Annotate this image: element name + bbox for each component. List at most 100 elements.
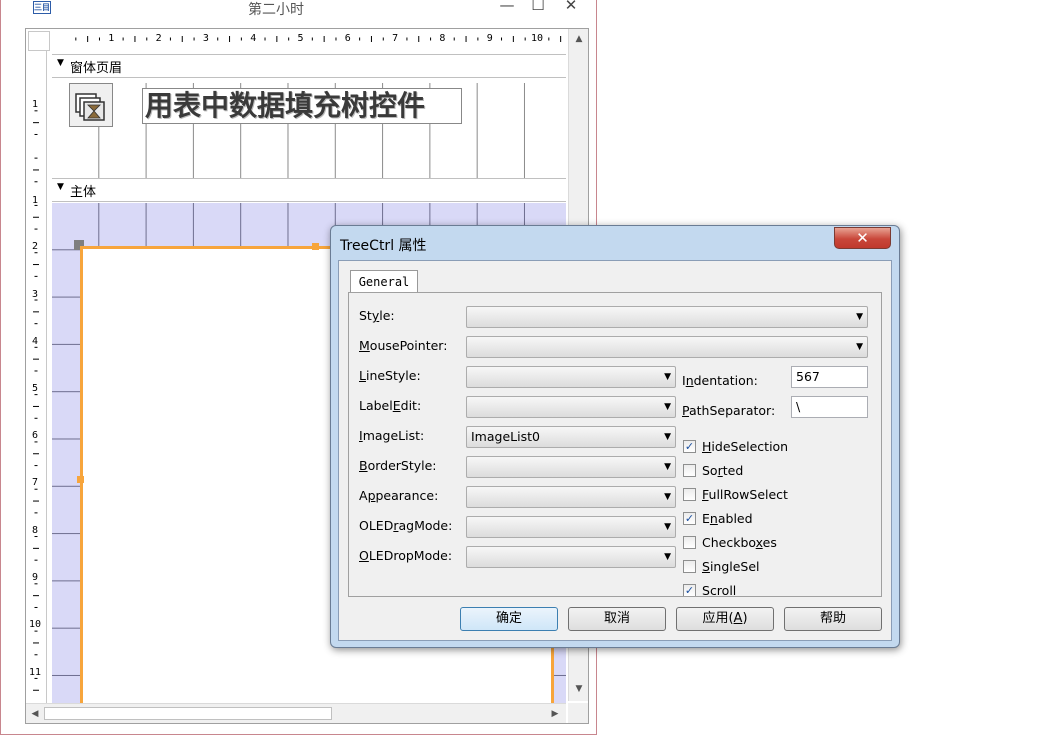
indentation-label: Indentation:: [682, 373, 758, 388]
dialog-title: TreeCtrl 属性: [340, 238, 427, 254]
checkbox-label: Checkboxes: [702, 535, 777, 550]
ruler-number: 5: [32, 383, 39, 394]
scroll-right-arrow-icon[interactable]: ▶: [546, 705, 564, 723]
ruler-number: 11: [29, 667, 42, 678]
labeledit-combo[interactable]: ▼: [466, 396, 676, 418]
checkbox-label: SingleSel: [702, 559, 760, 574]
section-arrow-icon: ▼: [57, 182, 64, 192]
imagelist-combo[interactable]: ImageList0 ▼: [466, 426, 676, 448]
chevron-down-icon: ▼: [856, 342, 863, 352]
chevron-down-icon: ▼: [664, 462, 671, 472]
header-section-bar[interactable]: ▼ 窗体页眉: [52, 54, 566, 78]
chevron-down-icon: ▼: [664, 552, 671, 562]
chevron-down-icon: ▼: [664, 492, 671, 502]
check-icon: ✓: [684, 584, 695, 597]
linestyle-combo[interactable]: ▼: [466, 366, 676, 388]
horizontal-scroll-thumb[interactable]: [44, 707, 332, 720]
ruler-number: 8: [439, 33, 446, 44]
checkbox[interactable]: ✓: [683, 512, 696, 525]
ruler-number: 8: [32, 525, 39, 536]
checkbox-label: FullRowSelect: [702, 487, 788, 502]
ruler-number: 6: [32, 430, 39, 441]
ruler-number: 7: [392, 33, 399, 44]
minimize-button[interactable]: —: [495, 0, 519, 14]
section-arrow-icon: ▼: [57, 58, 64, 68]
checkbox-label: Scroll: [702, 583, 737, 597]
ruler-number: 10: [29, 619, 42, 630]
vertical-ruler-ticks: [33, 110, 39, 691]
checkbox[interactable]: ✓: [683, 440, 696, 453]
detail-section-label: 主体: [70, 185, 97, 200]
ruler-number: 1: [32, 195, 39, 206]
scroll-up-arrow-icon[interactable]: ▲: [570, 30, 588, 48]
mousepointer-combo[interactable]: ▼: [466, 336, 868, 358]
access-form-icon[interactable]: 三目: [33, 1, 51, 14]
vertical-ruler: 1 1 2 3 4 5 6 7 8 9 10 11: [26, 51, 47, 703]
ok-button[interactable]: 确定: [460, 607, 558, 631]
dialog-close-button[interactable]: ✕: [834, 227, 891, 249]
resize-handle[interactable]: [312, 243, 319, 250]
borderstyle-combo[interactable]: ▼: [466, 456, 676, 478]
checkbox[interactable]: [683, 464, 696, 477]
tab-general[interactable]: General: [350, 270, 418, 292]
ruler-number: 1: [108, 33, 115, 44]
dialog-client-area: General Style: MousePointer: LineStyle: Lab…: [338, 260, 892, 641]
ruler-number: 10: [531, 33, 544, 44]
checkbox-label: Sorted: [702, 463, 744, 478]
hourglass-image-icon: [75, 93, 105, 121]
indentation-field[interactable]: 567: [791, 366, 868, 388]
general-tab-panel: Style: MousePointer: LineStyle: LabelEdit: I…: [348, 292, 882, 597]
property-label: OLEDropMode:: [359, 548, 453, 563]
image-control[interactable]: [69, 83, 113, 127]
detail-section-bar[interactable]: ▼ 主体: [52, 178, 566, 202]
scroll-down-arrow-icon[interactable]: ▼: [570, 680, 588, 698]
property-label: LabelEdit:: [359, 398, 422, 413]
chevron-down-icon: ▼: [856, 312, 863, 322]
checkbox[interactable]: [683, 560, 696, 573]
resize-handle[interactable]: [77, 476, 84, 483]
oledragmode-combo[interactable]: ▼: [466, 516, 676, 538]
property-label: LineStyle:: [359, 368, 421, 383]
ruler-corner-select-box[interactable]: [28, 31, 50, 51]
ruler-number: 4: [32, 336, 39, 347]
property-label: ImageList:: [359, 428, 425, 443]
path-separator-field[interactable]: \: [791, 396, 868, 418]
property-label: BorderStyle:: [359, 458, 437, 473]
checkbox[interactable]: [683, 488, 696, 501]
check-icon: ✓: [684, 512, 695, 525]
form-title-label[interactable]: 用表中数据填充树控件: [142, 88, 462, 124]
appearance-combo[interactable]: ▼: [466, 486, 676, 508]
chevron-down-icon: ▼: [664, 402, 671, 412]
scrollbar-size-box: [568, 703, 588, 723]
cancel-button[interactable]: 取消: [568, 607, 666, 631]
header-section-label: 窗体页眉: [70, 61, 123, 76]
horizontal-ruler: 1 2 3 4 5 6 7 8 9 10: [52, 29, 566, 52]
checkbox[interactable]: ✓: [683, 584, 696, 597]
ruler-number: 2: [155, 33, 162, 44]
ruler-number: 7: [32, 477, 39, 488]
ruler-number: 6: [344, 33, 351, 44]
checkbox-label: HideSelection: [702, 439, 789, 454]
ruler-number: 9: [32, 572, 39, 583]
ruler-number: 2: [32, 241, 39, 252]
property-label: Appearance:: [359, 488, 439, 503]
apply-button[interactable]: 应用(A): [676, 607, 774, 631]
horizontal-scrollbar[interactable]: ◀ ▶: [26, 703, 566, 723]
window-title: 第二小时: [248, 2, 304, 18]
property-label: Style:: [359, 308, 395, 323]
check-icon: ✓: [684, 440, 695, 453]
help-button[interactable]: 帮助: [784, 607, 882, 631]
oledropmode-combo[interactable]: ▼: [466, 546, 676, 568]
scroll-left-arrow-icon[interactable]: ◀: [26, 705, 44, 723]
ruler-number: 3: [32, 289, 39, 300]
checkbox-label: Enabled: [702, 511, 753, 526]
property-label: OLEDragMode:: [359, 518, 453, 533]
chevron-down-icon: ▼: [664, 372, 671, 382]
maximize-button[interactable]: ☐: [526, 0, 550, 14]
ruler-number: 1: [32, 99, 39, 110]
close-button[interactable]: ✕: [559, 0, 583, 14]
style-combo[interactable]: ▼: [466, 306, 868, 328]
ruler-number: 9: [486, 33, 493, 44]
chevron-down-icon: ▼: [664, 432, 671, 442]
checkbox[interactable]: [683, 536, 696, 549]
